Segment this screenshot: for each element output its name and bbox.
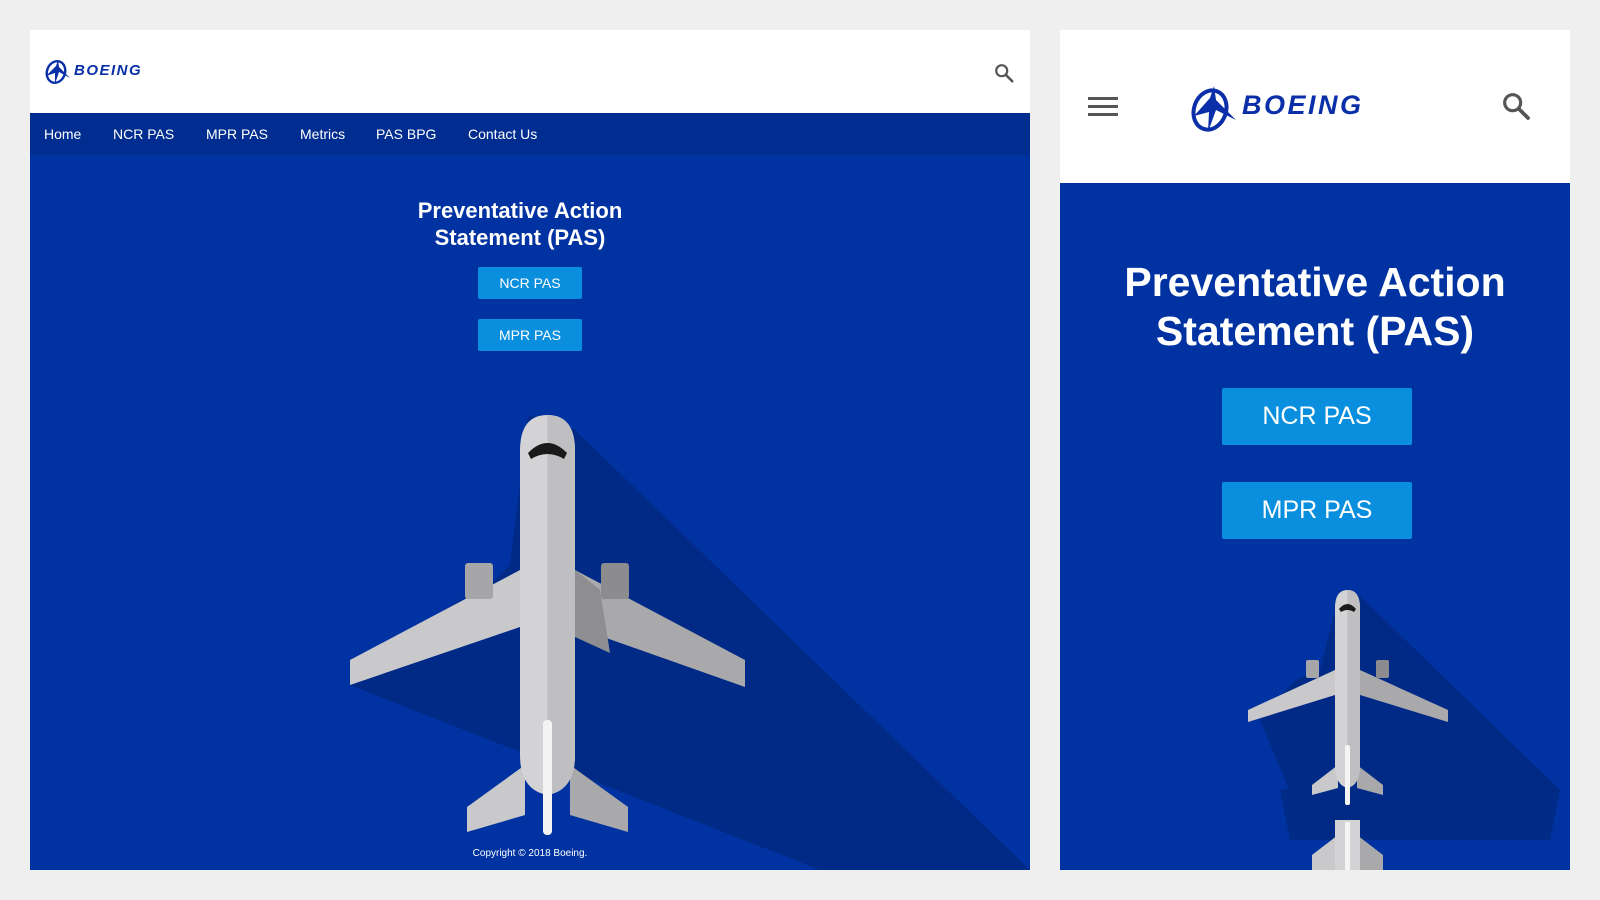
- nav-item-ncr-pas[interactable]: NCR PAS: [113, 113, 174, 155]
- copyright-text: Copyright © 2018 Boeing.: [472, 848, 588, 859]
- svg-text:BOEING: BOEING: [1242, 90, 1364, 120]
- page-title-line1: Preventative Action: [1124, 259, 1506, 305]
- airplane-illustration: [350, 415, 1030, 870]
- page-title-line2: Statement (PAS): [434, 225, 606, 250]
- page-title-line1: Preventative Action: [417, 198, 623, 223]
- ncr-pas-button[interactable]: NCR PAS: [478, 267, 582, 299]
- nav-item-pas-bpg[interactable]: PAS BPG: [376, 113, 436, 155]
- nav-item-contact-us[interactable]: Contact Us: [468, 113, 537, 155]
- mpr-pas-button[interactable]: MPR PAS: [1222, 482, 1412, 539]
- svg-text:BOEING: BOEING: [74, 62, 142, 79]
- page-title: Preventative Action Statement (PAS): [1100, 258, 1530, 356]
- boeing-logo[interactable]: BOEING: [1190, 80, 1422, 138]
- mobile-header: BOEING: [1060, 30, 1570, 183]
- search-icon[interactable]: [1500, 90, 1532, 122]
- search-icon[interactable]: [993, 62, 1015, 84]
- nav-item-metrics[interactable]: Metrics: [300, 113, 345, 155]
- hamburger-menu-icon[interactable]: [1088, 94, 1120, 120]
- mpr-pas-button[interactable]: MPR PAS: [478, 319, 582, 351]
- airplane-illustration: [1248, 590, 1560, 870]
- desktop-view: BOEING Home NCR PAS MPR PAS Metrics PAS …: [30, 30, 1030, 870]
- boeing-logo[interactable]: BOEING: [44, 56, 174, 88]
- desktop-nav: Home NCR PAS MPR PAS Metrics PAS BPG Con…: [30, 113, 1030, 155]
- desktop-hero: Preventative Action Statement (PAS) NCR …: [30, 155, 1030, 870]
- page-title-line2: Statement (PAS): [1155, 308, 1475, 354]
- ncr-pas-button[interactable]: NCR PAS: [1222, 388, 1412, 445]
- desktop-header: BOEING: [30, 30, 1030, 113]
- nav-item-home[interactable]: Home: [44, 113, 81, 155]
- page-title: Preventative Action Statement (PAS): [390, 197, 650, 251]
- nav-item-mpr-pas[interactable]: MPR PAS: [206, 113, 268, 155]
- mobile-view: BOEING Preventative Action Statement (PA…: [1060, 30, 1570, 870]
